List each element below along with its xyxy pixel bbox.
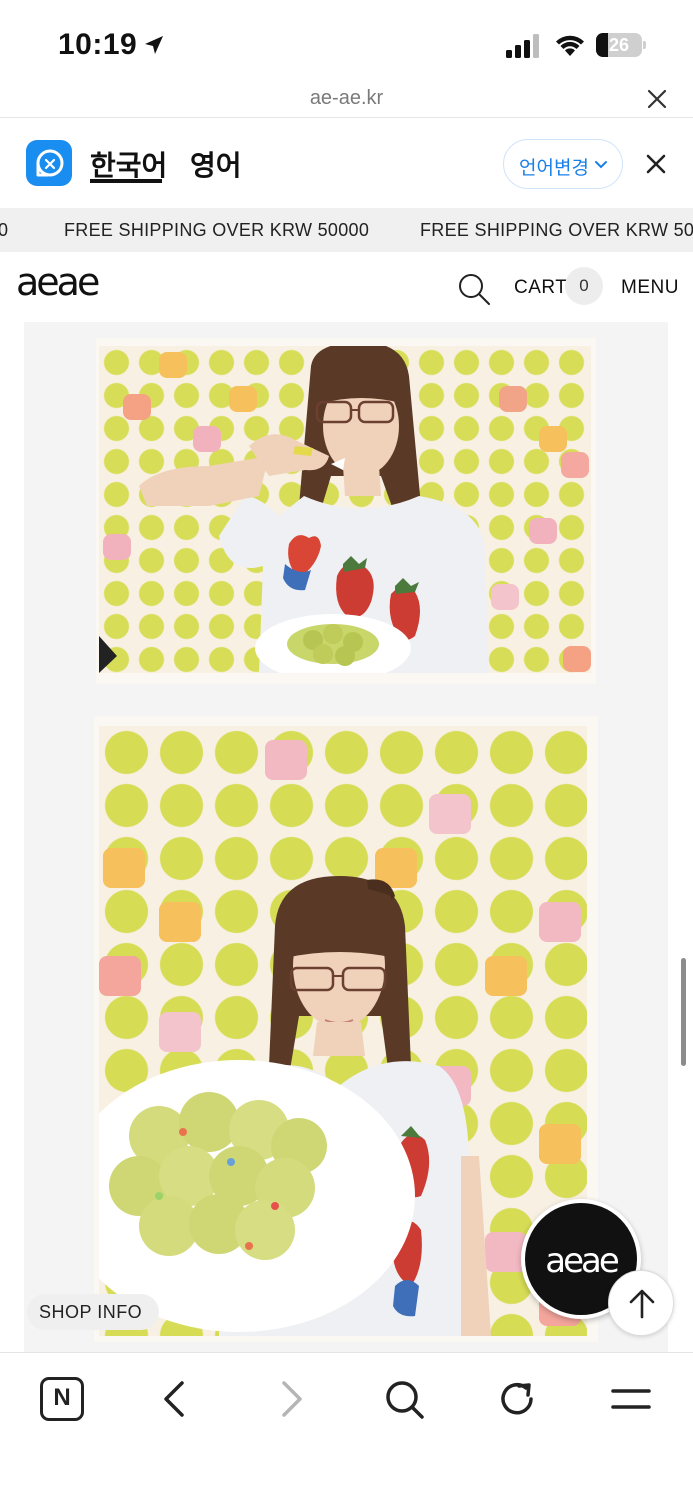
shipping-marquee: 0 FREE SHIPPING OVER KRW 50000 FREE SHIP… xyxy=(0,208,693,252)
translate-bar: 한국어 영어 언어변경 xyxy=(0,118,693,208)
wifi-icon xyxy=(556,35,584,56)
tab-korean[interactable]: 한국어 xyxy=(90,144,167,184)
chevron-down-icon xyxy=(595,161,607,169)
url-text[interactable]: ae-ae.kr xyxy=(0,87,693,110)
status-time: 10:19 xyxy=(58,28,138,61)
hamburger-menu-icon[interactable] xyxy=(609,1377,653,1421)
tab-english[interactable]: 영어 xyxy=(190,144,242,184)
battery-level: 26 xyxy=(608,35,630,55)
marquee-text: FREE SHIPPING OVER KRW 50000 xyxy=(64,220,370,240)
close-icon[interactable] xyxy=(646,88,668,110)
cart-count-badge[interactable]: 0 xyxy=(565,267,603,305)
menu-button[interactable]: MENU xyxy=(621,277,679,299)
battery-icon: 26 xyxy=(596,33,646,57)
change-language-button[interactable]: 언어변경 xyxy=(503,139,623,189)
url-bar[interactable]: ae-ae.kr xyxy=(0,80,693,118)
shop-info-button[interactable]: SHOP INFO xyxy=(27,1294,159,1330)
site-logo[interactable]: aeae xyxy=(16,260,100,304)
search-icon[interactable] xyxy=(457,272,491,306)
change-language-label: 언어변경 xyxy=(519,158,589,179)
forward-icon[interactable] xyxy=(268,1377,312,1421)
shop-info-label: SHOP INFO xyxy=(39,1302,143,1322)
back-icon[interactable] xyxy=(154,1377,198,1421)
cellular-signal-icon xyxy=(506,34,539,58)
scrollbar[interactable] xyxy=(681,958,686,1066)
location-arrow-icon xyxy=(145,36,163,54)
site-header: aeae CART 0 MENU xyxy=(0,252,693,322)
reload-icon[interactable] xyxy=(495,1377,539,1421)
translate-close-icon[interactable] xyxy=(645,153,667,175)
naver-n-icon[interactable]: N xyxy=(40,1377,84,1421)
active-tab-indicator xyxy=(90,179,162,183)
scroll-to-top-button[interactable] xyxy=(608,1270,674,1336)
browser-bottom-bar: N xyxy=(0,1352,693,1500)
product-photo[interactable] xyxy=(99,726,587,1336)
search-icon[interactable] xyxy=(382,1377,426,1421)
marquee-text-partial-right: FREE SHIPPING OVER KRW 500 xyxy=(420,220,693,240)
cart-link[interactable]: CART xyxy=(514,277,567,299)
page: 10:19 26 ae-ae.kr 한국어 영어 언어변경 0 FREE SHI… xyxy=(0,0,693,1500)
product-photo[interactable] xyxy=(99,346,591,673)
arrow-up-icon xyxy=(629,1289,655,1319)
papago-logo-icon xyxy=(26,140,72,186)
marquee-text-partial-left: 0 xyxy=(0,220,9,240)
status-bar: 10:19 26 xyxy=(0,0,693,86)
